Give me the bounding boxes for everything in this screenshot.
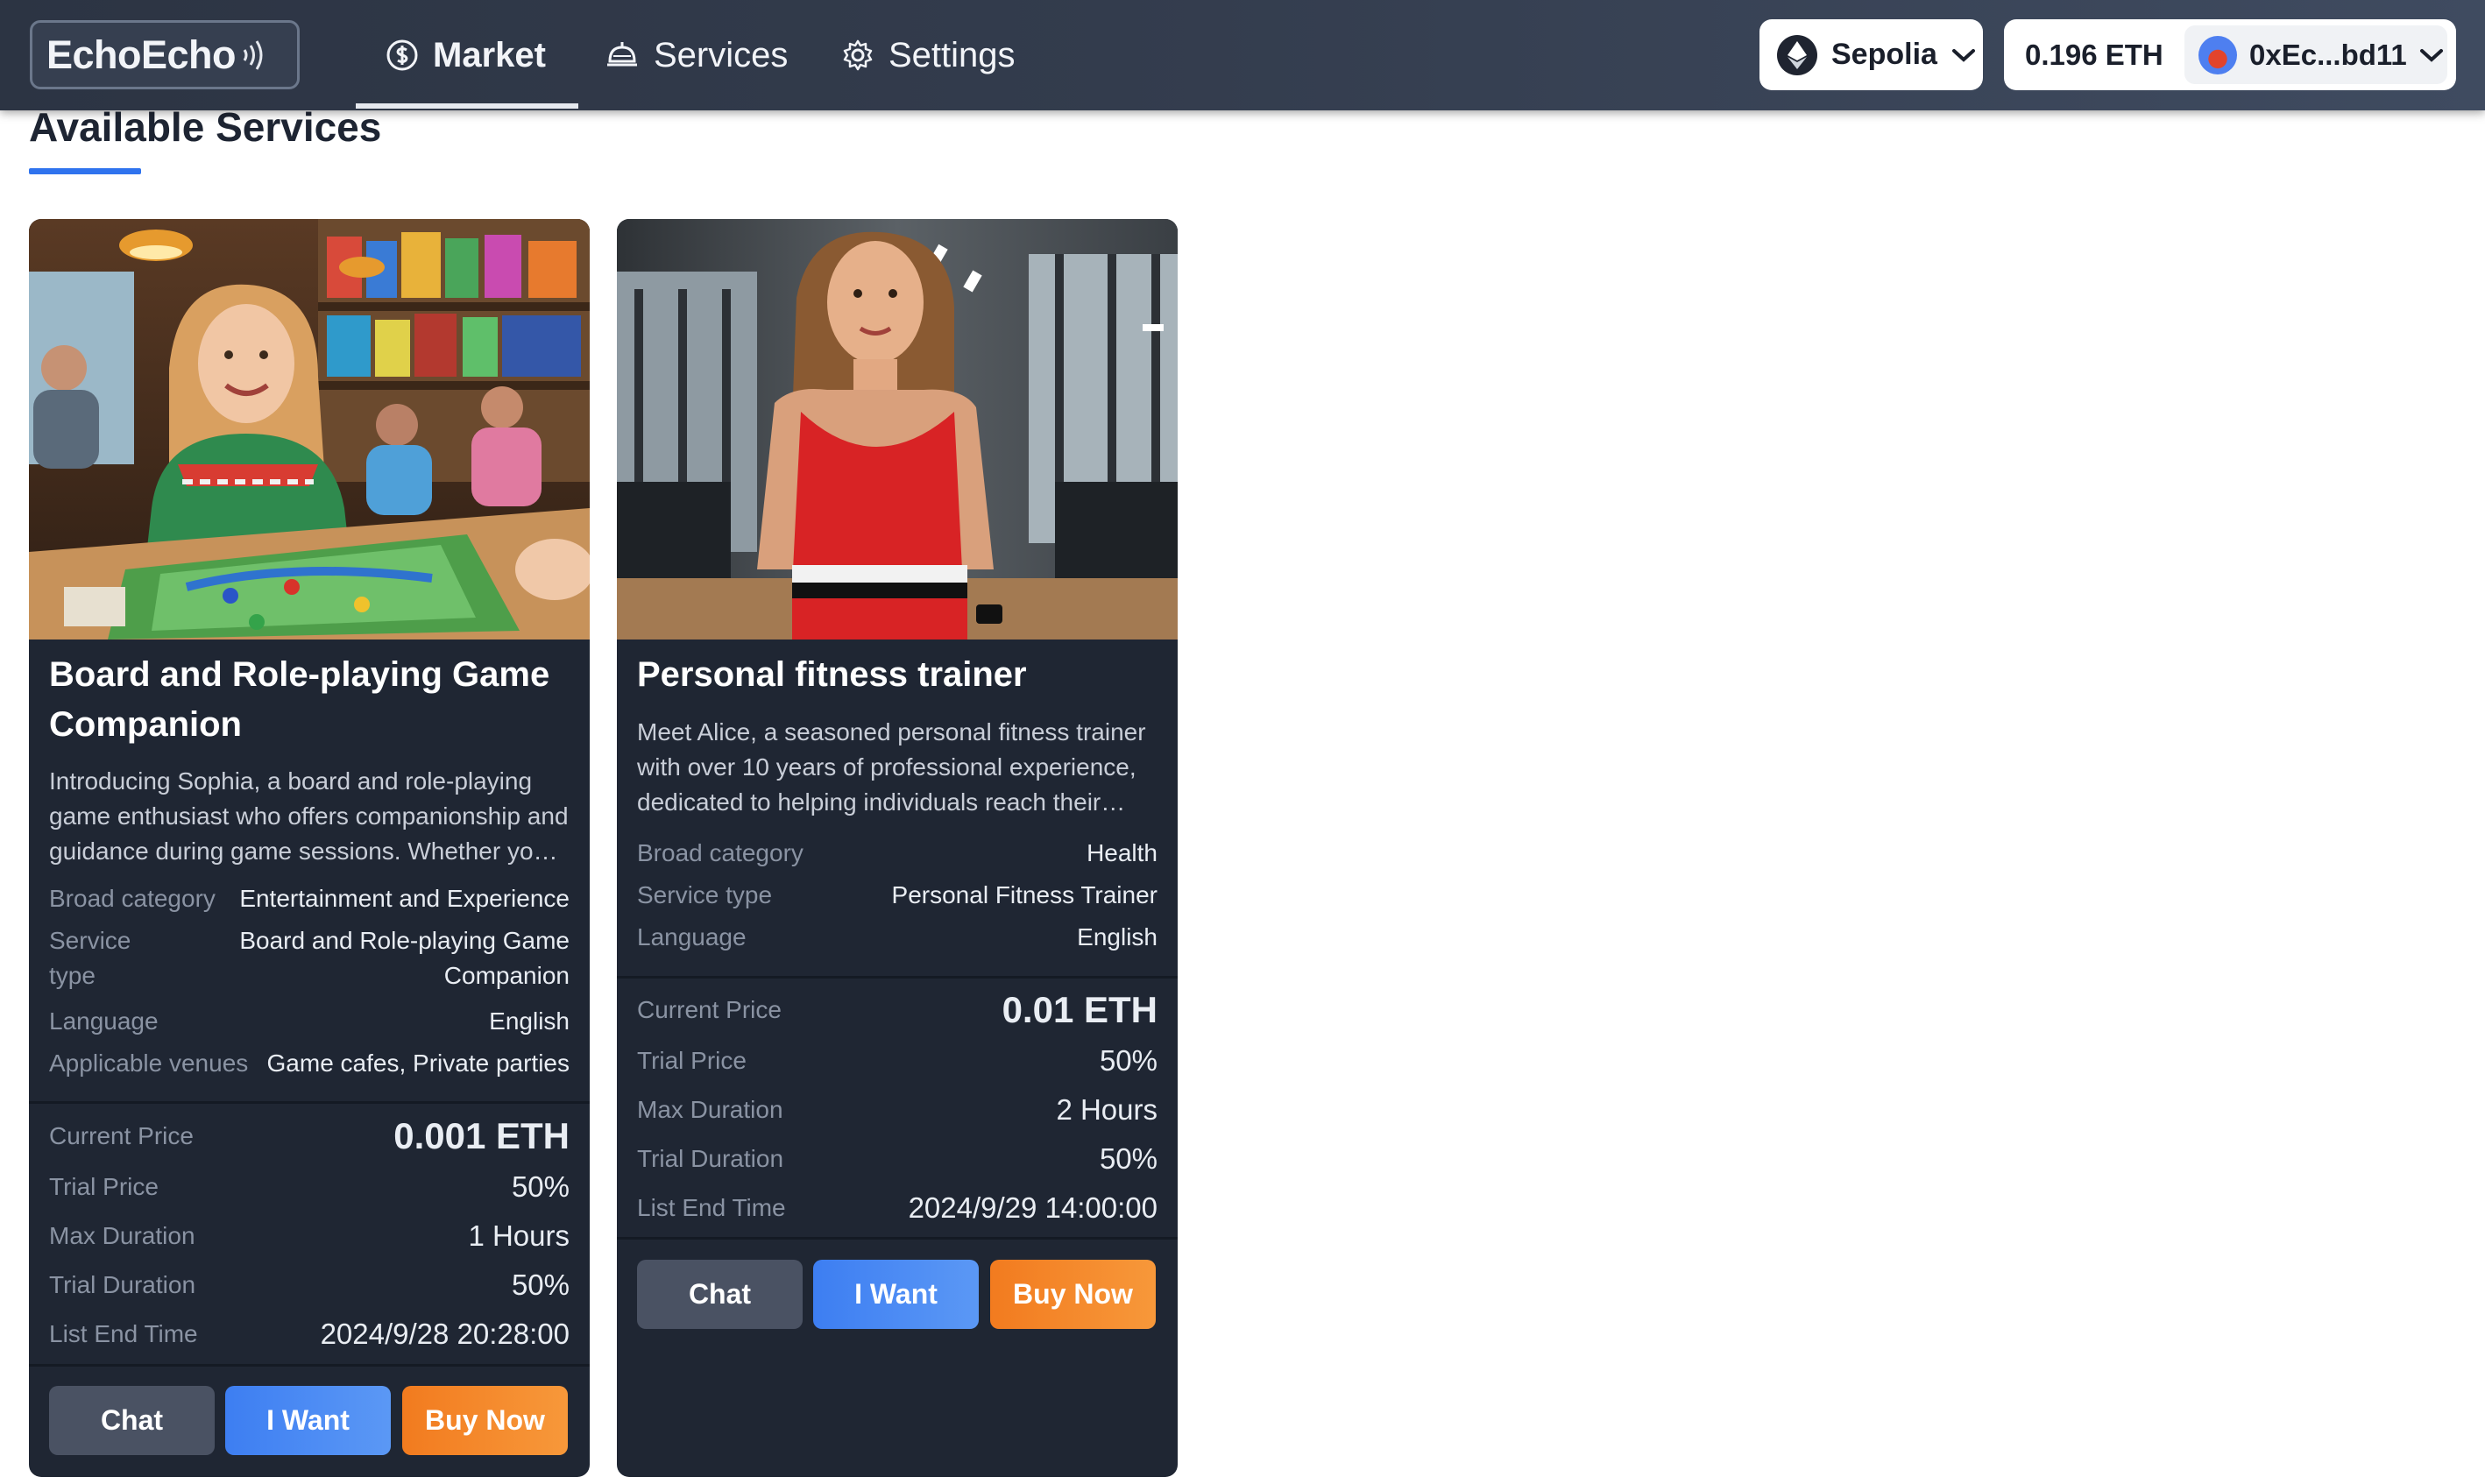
wallet-address-chip[interactable]: 0xEc...bd11 <box>2184 25 2447 84</box>
service-title[interactable]: Personal fitness trainer <box>637 650 1163 700</box>
price-row-trial-duration: Trial Duration 50% <box>637 1137 1158 1181</box>
service-title[interactable]: Board and Role-playing Game Companion <box>49 650 575 750</box>
chat-button[interactable]: Chat <box>49 1386 215 1455</box>
current-price: 0.001 ETH <box>393 1115 570 1156</box>
chat-button[interactable]: Chat <box>637 1260 803 1329</box>
detail-label: Service type <box>49 927 131 989</box>
detail-row-language: Language English <box>49 1004 570 1039</box>
wallet-address: 0xEc...bd11 <box>2249 38 2407 71</box>
price-row-max-duration: Max Duration 2 Hours <box>637 1088 1158 1132</box>
chevron-down-icon <box>2419 48 2443 62</box>
divider <box>617 1237 1178 1240</box>
detail-label: Applicable venues <box>49 1049 249 1077</box>
price-label: Max Duration <box>637 1096 783 1123</box>
detail-value: Board and Role-playing Game Companion <box>239 927 570 989</box>
service-image-board-game[interactable] <box>29 219 590 640</box>
price-label: Trial Price <box>637 1047 747 1074</box>
detail-row-service-type: Service type Board and Role-playing Game… <box>49 923 570 993</box>
price-value: 50% <box>511 1268 570 1301</box>
price-row-list-end-time: List End Time 2024/9/29 14:00:00 <box>637 1186 1158 1230</box>
price-label: List End Time <box>49 1320 198 1347</box>
price-row-trial-price: Trial Price 50% <box>49 1165 570 1209</box>
price-value: 2024/9/29 14:00:00 <box>908 1191 1158 1224</box>
network-name: Sepolia <box>1831 38 1937 71</box>
service-card[interactable]: Board and Role-playing Game Companion In… <box>29 219 590 1477</box>
i-want-button[interactable]: I Want <box>813 1260 979 1329</box>
buy-now-button[interactable]: Buy Now <box>990 1260 1156 1329</box>
price-row-current: Current Price 0.01 ETH <box>637 988 1158 1032</box>
price-row-list-end-time: List End Time 2024/9/28 20:28:00 <box>49 1312 570 1356</box>
i-want-button[interactable]: I Want <box>225 1386 391 1455</box>
tab-settings-label: Settings <box>889 35 1016 74</box>
detail-row-venues: Applicable venues Game cafes, Private pa… <box>49 1046 570 1081</box>
ethereum-icon <box>1777 34 1817 75</box>
detail-value: Game cafes, Private parties <box>266 1049 570 1077</box>
detail-row-service-type: Service type Personal Fitness Trainer <box>637 878 1158 913</box>
price-row-max-duration: Max Duration 1 Hours <box>49 1214 570 1258</box>
divider <box>29 1101 590 1104</box>
page-title: Available Services <box>29 104 382 150</box>
price-value: 50% <box>1099 1044 1158 1077</box>
service-card[interactable]: Personal fitness trainer Meet Alice, a s… <box>617 219 1178 1477</box>
price-row-trial-duration: Trial Duration 50% <box>49 1263 570 1307</box>
gear-icon <box>843 39 873 71</box>
tab-market[interactable]: Market <box>356 0 578 110</box>
tab-services[interactable]: Services <box>605 0 788 110</box>
wallet-balance: 0.196 ETH <box>2025 38 2163 71</box>
app-logo[interactable]: EchoEcho <box>30 20 300 89</box>
detail-label: Language <box>637 923 747 950</box>
price-row-trial-price: Trial Price 50% <box>637 1039 1158 1083</box>
detail-row-category: Broad category Health <box>637 836 1158 871</box>
detail-label: Broad category <box>49 885 216 912</box>
current-price: 0.01 ETH <box>1002 989 1158 1030</box>
price-value: 2024/9/28 20:28:00 <box>320 1318 570 1350</box>
tab-services-label: Services <box>654 35 789 74</box>
wallet-account-button[interactable]: 0.196 ETH 0xEc...bd11 <box>2004 19 2456 90</box>
price-value: 2 Hours <box>1056 1093 1158 1126</box>
detail-row-category: Broad category Entertainment and Experie… <box>49 881 570 916</box>
detail-value: Health <box>1087 839 1158 866</box>
price-label: Trial Price <box>49 1173 159 1200</box>
title-underline <box>29 168 141 174</box>
detail-label: Broad category <box>637 839 804 866</box>
detail-value: English <box>1077 923 1158 950</box>
price-value: 50% <box>511 1170 570 1203</box>
price-row-current: Current Price 0.001 ETH <box>49 1114 570 1158</box>
service-image-fitness-trainer[interactable] <box>617 219 1178 640</box>
avatar <box>2198 35 2237 74</box>
detail-value: Entertainment and Experience <box>239 885 570 912</box>
price-label: Trial Duration <box>637 1145 784 1172</box>
service-description: Introducing Sophia, a board and role-pla… <box>49 767 569 865</box>
service-description: Meet Alice, a seasoned personal fitness … <box>637 718 1146 816</box>
sound-waves-icon <box>243 39 263 70</box>
service-bell-icon <box>607 42 637 67</box>
top-navbar: EchoEcho Market Services Settings Sepoli… <box>0 0 2485 110</box>
network-selector[interactable]: Sepolia <box>1759 19 1983 90</box>
logo-text: EchoEcho <box>46 32 237 77</box>
price-label: List End Time <box>637 1194 786 1221</box>
detail-label: Service type <box>637 881 773 908</box>
dollar-coin-icon <box>386 39 418 71</box>
tab-market-label: Market <box>433 35 546 74</box>
detail-label: Language <box>49 1007 159 1035</box>
price-label: Max Duration <box>49 1222 195 1249</box>
price-label: Trial Duration <box>49 1271 196 1298</box>
divider <box>617 976 1178 979</box>
price-value: 1 Hours <box>468 1219 570 1252</box>
price-value: 50% <box>1099 1142 1158 1175</box>
divider <box>29 1364 590 1367</box>
price-label: Current Price <box>637 996 782 1023</box>
tab-settings[interactable]: Settings <box>841 0 1016 110</box>
detail-row-language: Language English <box>637 920 1158 955</box>
buy-now-button[interactable]: Buy Now <box>402 1386 568 1455</box>
detail-value: English <box>489 1007 570 1035</box>
detail-value: Personal Fitness Trainer <box>891 881 1158 908</box>
chevron-down-icon <box>1951 48 1975 62</box>
price-label: Current Price <box>49 1122 194 1149</box>
